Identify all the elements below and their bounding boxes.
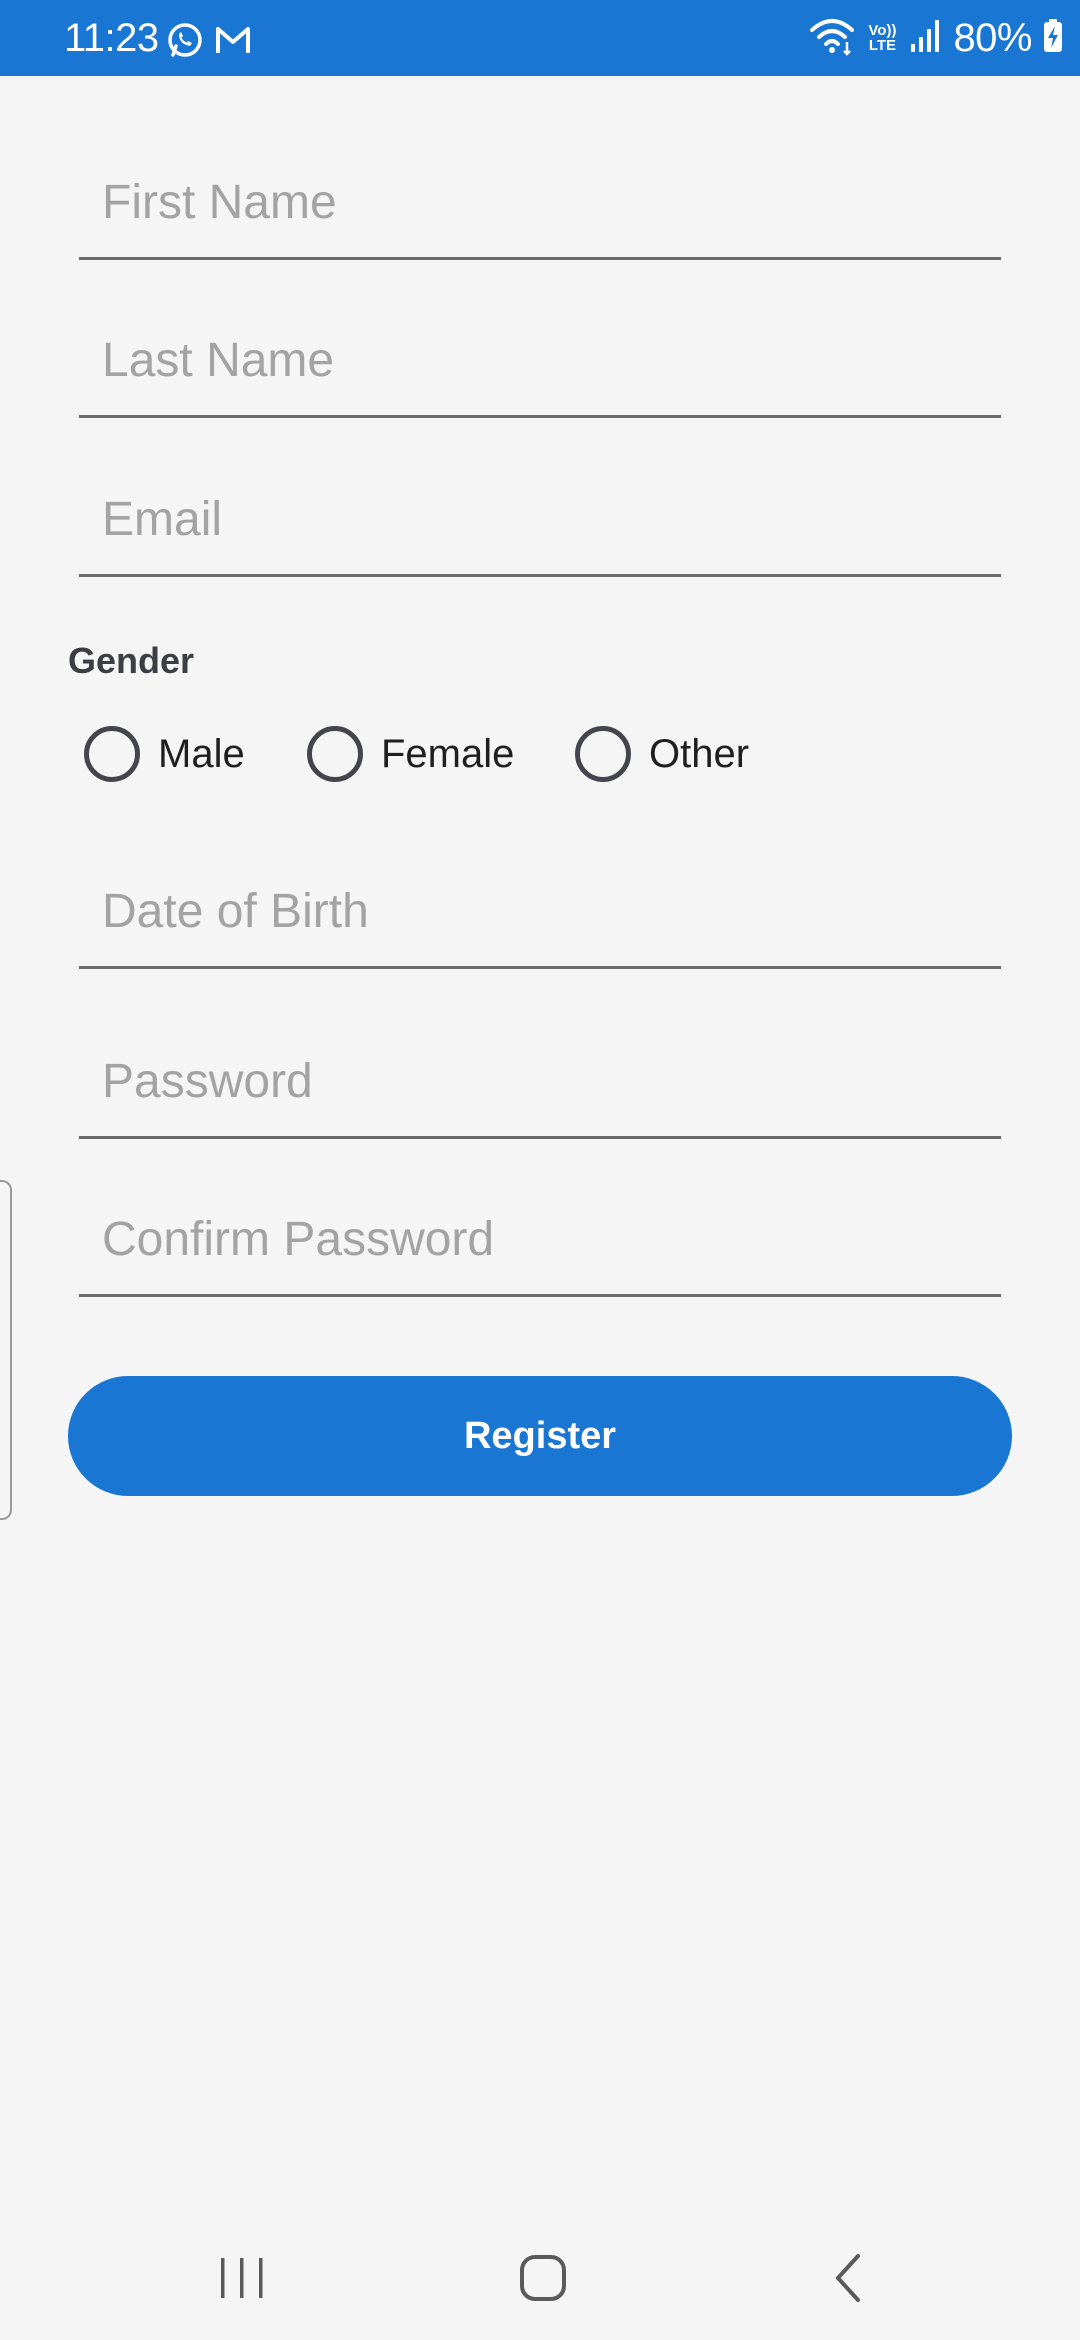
back-icon [828, 2252, 868, 2309]
battery-percent: 80% [953, 16, 1032, 60]
last-name-input[interactable] [79, 318, 1001, 415]
gender-label: Gender [68, 640, 195, 681]
signal-icon [909, 18, 943, 59]
back-button[interactable] [788, 2220, 908, 2340]
first-name-field [79, 160, 1001, 260]
recent-apps-icon [217, 2255, 267, 2306]
gender-option-female[interactable]: Female [307, 724, 514, 784]
recent-apps-button[interactable] [182, 2220, 302, 2340]
confirm-password-input[interactable] [79, 1197, 1001, 1294]
date-of-birth-input[interactable] [79, 869, 1001, 966]
register-button[interactable]: Register [68, 1376, 1012, 1496]
battery-charging-icon [1042, 18, 1064, 59]
email-field [79, 477, 1001, 577]
status-right: Vo)) LTE 80% [809, 14, 1064, 62]
gender-option-other[interactable]: Other [575, 724, 749, 784]
gmail-icon [214, 21, 252, 64]
last-name-field [79, 318, 1001, 418]
gender-option-label: Male [158, 731, 245, 776]
radio-unchecked-icon[interactable] [307, 726, 363, 782]
whatsapp-icon [166, 21, 204, 64]
gender-option-label: Female [381, 731, 515, 776]
volte-bottom-text: LTE [868, 37, 897, 54]
first-name-input[interactable] [79, 160, 1001, 257]
volte-icon: Vo)) LTE [865, 23, 899, 53]
home-icon [518, 2253, 568, 2308]
date-of-birth-field [79, 869, 1001, 969]
password-input[interactable] [79, 1039, 1001, 1136]
email-input[interactable] [79, 477, 1001, 574]
navigation-bar [0, 2220, 1080, 2340]
gender-option-male[interactable]: Male [84, 724, 245, 784]
status-time: 11:23 [64, 16, 159, 60]
password-field [79, 1039, 1001, 1139]
confirm-password-field [79, 1197, 1001, 1297]
edge-panel-handle[interactable] [0, 1180, 12, 1520]
status-bar: 11:23 Vo)) LTE 80% [0, 0, 1080, 76]
wifi-icon [809, 16, 855, 61]
notification-icons [166, 21, 252, 64]
gender-option-label: Other [649, 731, 750, 776]
home-button[interactable] [483, 2220, 603, 2340]
radio-unchecked-icon[interactable] [84, 726, 140, 782]
radio-unchecked-icon[interactable] [575, 726, 631, 782]
volte-top-text: Vo)) [868, 22, 897, 39]
